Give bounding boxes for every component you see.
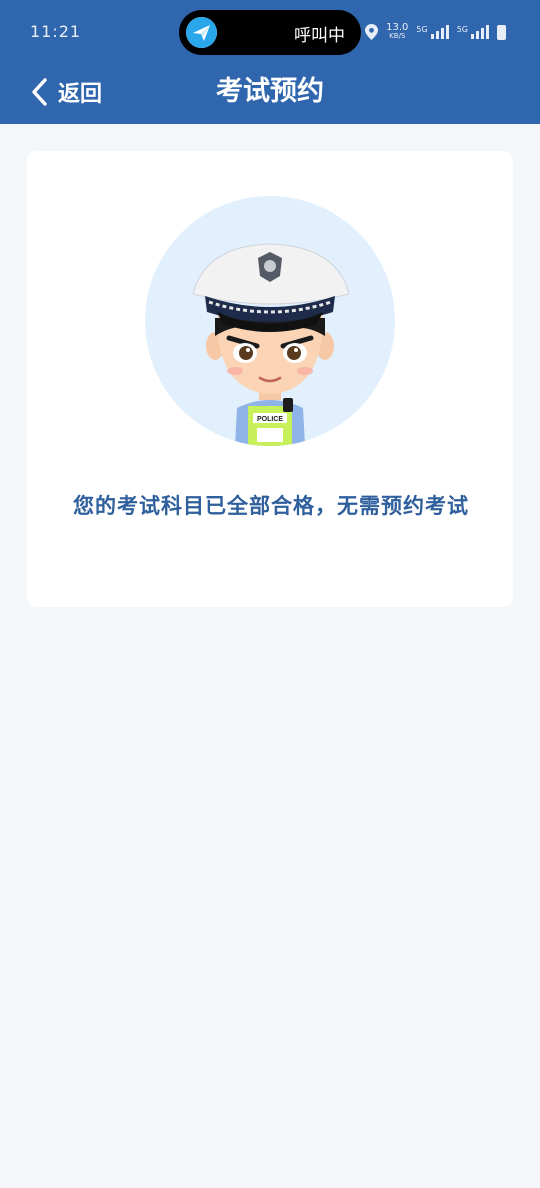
paper-plane-icon [186,17,217,48]
speed-unit: KB/S [389,32,406,40]
network-type-1: 5G [416,25,428,34]
network-speed: 13.0 KB/S [386,23,408,41]
location-icon [365,24,379,40]
page-title: 考试预约 [216,76,324,107]
police-badge-text: POLICE [257,416,283,423]
speed-value: 13.0 [386,22,409,33]
call-island[interactable]: 呼叫中 [179,10,361,55]
call-status: 呼叫中 [294,26,345,46]
status-time: 11:21 [30,22,82,41]
result-card: POLICE 您的考试科目已全部合格，无需预约考试 [27,151,513,607]
signal-2-icon: 5G [457,25,489,39]
police-avatar: POLICE [145,196,395,446]
network-type-2: 5G [456,25,468,34]
signal-1-icon: 5G [416,25,449,39]
result-message: 您的考试科目已全部合格，无需预约考试 [73,494,469,518]
battery-icon [497,24,506,40]
status-icons: 13.0 KB/S 5G 5G [365,22,506,42]
app-header: 11:21 呼叫中 13.0 KB/S 5G 5G 返回 考试预约 [0,0,540,124]
